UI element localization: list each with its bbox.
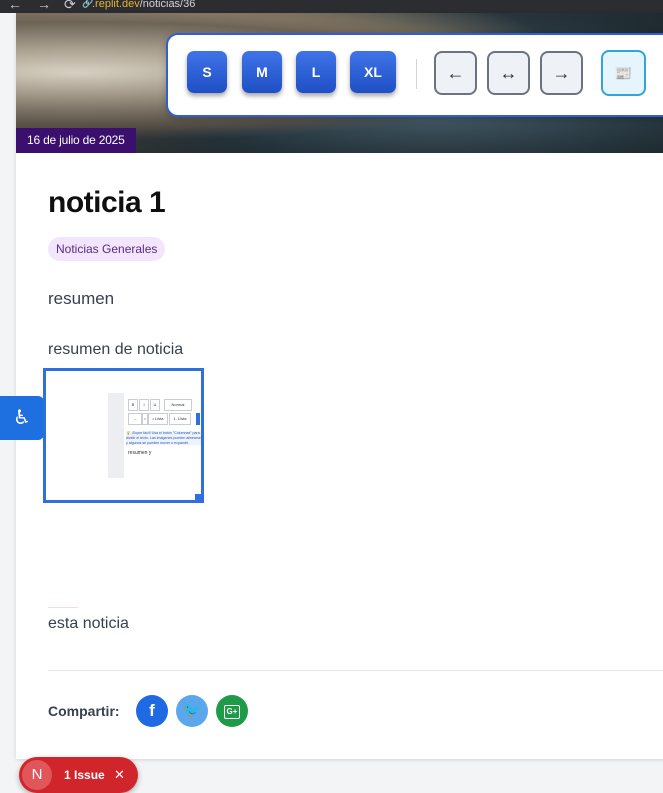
resize-handle[interactable]: [195, 494, 201, 500]
font-size-l-button[interactable]: L: [296, 51, 336, 93]
accessibility-icon: ♿: [13, 407, 31, 429]
twitter-share-button[interactable]: 🐦: [176, 695, 208, 727]
article-summary: resumen: [48, 289, 115, 308]
browser-toolbar: ← → ⟳ 🔗 .replit.dev/noticias/36: [0, 0, 663, 13]
toolbar-divider: [416, 59, 417, 89]
url-path: /noticias/36: [139, 0, 196, 10]
article-paragraph: resumen de noticia: [48, 341, 184, 358]
editor-screenshot: B I U Normal → • • Lista 1. Lista 💡 ¡Sup…: [108, 393, 201, 478]
facebook-share-button[interactable]: f: [136, 695, 168, 727]
divider: [48, 670, 663, 671]
font-size-s-button[interactable]: S: [187, 51, 227, 93]
close-icon[interactable]: ✕: [114, 757, 125, 793]
forward-icon[interactable]: →: [37, 0, 51, 12]
accessibility-toolbar: S M L XL ← ↔ → 📰: [166, 33, 663, 117]
issues-badge[interactable]: N 1 Issue ✕: [19, 757, 138, 793]
align-left-button[interactable]: ←: [434, 51, 477, 95]
embedded-image[interactable]: B I U Normal → • • Lista 1. Lista 💡 ¡Sup…: [43, 368, 204, 503]
article-paragraph-2: esta noticia: [48, 615, 129, 632]
issue-count: 1 Issue: [64, 768, 105, 782]
date-badge: 16 de julio de 2025: [16, 128, 136, 153]
font-size-m-button[interactable]: M: [242, 51, 282, 93]
accessibility-button[interactable]: ♿: [0, 396, 44, 440]
back-icon[interactable]: ←: [8, 0, 22, 12]
newspaper-icon: 📰: [614, 65, 633, 81]
google-plus-icon: G+: [224, 704, 240, 719]
twitter-icon: 🐦: [182, 702, 202, 719]
reload-icon[interactable]: ⟳: [64, 0, 76, 12]
share-label: Compartir:: [48, 703, 120, 719]
align-center-button[interactable]: ↔: [487, 51, 530, 95]
align-right-button[interactable]: →: [540, 51, 583, 95]
article-card: 16 de julio de 2025 S M L XL ← ↔ → 📰 not…: [16, 13, 663, 759]
address-bar[interactable]: .replit.dev/noticias/36: [92, 0, 195, 11]
font-size-xl-button[interactable]: XL: [350, 51, 396, 93]
category-tag[interactable]: Noticias Generales: [48, 237, 166, 261]
url-domain: .replit.dev: [92, 0, 140, 10]
nextjs-icon: N: [22, 760, 52, 790]
article-title: noticia 1: [48, 186, 166, 219]
google-plus-share-button[interactable]: G+: [216, 695, 248, 727]
facebook-icon: f: [149, 701, 155, 720]
news-mode-button[interactable]: 📰: [601, 50, 646, 96]
